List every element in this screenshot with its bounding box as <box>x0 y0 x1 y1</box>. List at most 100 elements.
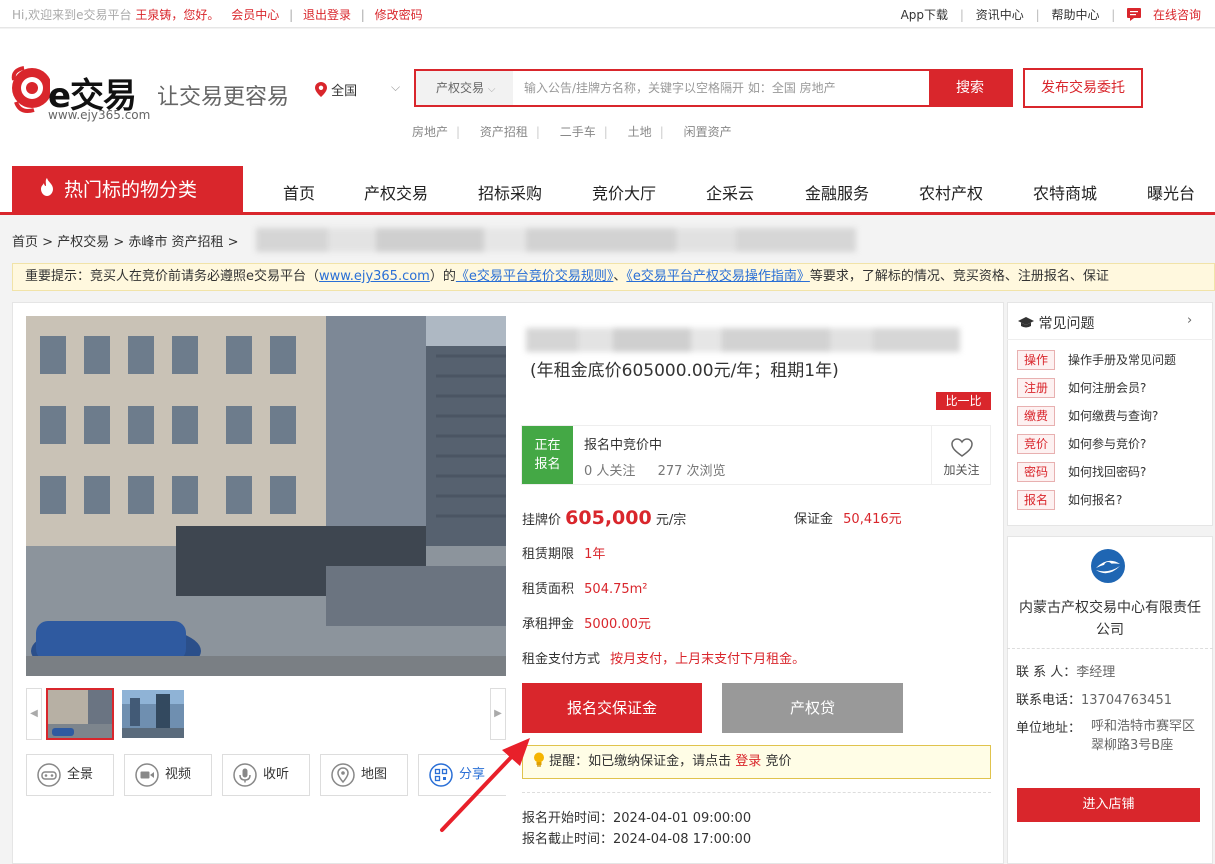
breadcrumb: 首页 > 产权交易 > 赤峰市 资产招租 > <box>12 235 239 250</box>
deposit-row: 保证金 50,416元 <box>794 508 902 527</box>
search-button[interactable]: 搜索 <box>929 71 1011 105</box>
listen-button[interactable]: 收听 <box>222 754 310 796</box>
breadcrumb-home[interactable]: 首页 <box>12 235 38 250</box>
notice-rules-link[interactable]: 《e交易平台竞价交易规则》 <box>456 269 614 284</box>
search-bar: 产权交易 ⌵ 输入公告/挂牌方名称，关键字以空格隔开 如：全国 房地产 搜索 <box>414 69 1013 107</box>
compare-button[interactable]: 比一比 <box>936 392 991 410</box>
thumbnail-1[interactable] <box>46 688 114 740</box>
faq-text: 如何找回密码? <box>1068 465 1147 479</box>
price-unit: 元/宗 <box>655 513 687 528</box>
quick-links: 房地产 | 资产招租 | 二手车 | 土地 | 闲置资产 <box>412 125 732 139</box>
nav-bidding-procurement[interactable]: 招标采购 <box>478 180 542 204</box>
faq-tag: 操作 <box>1017 350 1055 370</box>
nav-enterprise-procurement[interactable]: 企采云 <box>706 180 754 204</box>
video-button[interactable]: 视频 <box>124 754 212 796</box>
app-download-link[interactable]: App下载 <box>901 8 948 22</box>
signup-start-row: 报名开始时间：2024-04-01 09:00:00 <box>522 807 751 826</box>
building-photo-image <box>26 316 506 676</box>
search-input[interactable]: 输入公告/挂牌方名称，关键字以空格隔开 如：全国 房地产 <box>524 71 836 105</box>
follow-label: 加关注 <box>943 463 980 477</box>
faq-item[interactable]: 报名 如何报名? <box>1017 490 1122 510</box>
faq-item[interactable]: 缴费 如何缴费与查询? <box>1017 406 1158 426</box>
nav-auction-hall[interactable]: 竞价大厅 <box>592 180 656 204</box>
important-notice: 重要提示：竞买人在竞价前请务必遵照e交易平台（www.ejy365.com）的《… <box>12 263 1215 291</box>
faq-tag: 竞价 <box>1017 434 1055 454</box>
chat-icon <box>1127 8 1142 21</box>
nav-property-trading[interactable]: 产权交易 <box>364 180 428 204</box>
publish-commission-button[interactable]: 发布交易委托 <box>1023 68 1143 108</box>
reminder-login-link[interactable]: 登录 <box>735 754 761 769</box>
organization-logo-icon <box>1091 549 1125 583</box>
nav-home[interactable]: 首页 <box>283 180 315 204</box>
change-password-link[interactable]: 修改密码 <box>375 8 423 22</box>
faq-tag: 报名 <box>1017 490 1055 510</box>
breadcrumb-chifeng-lease[interactable]: 赤峰市 资产招租 <box>128 235 223 250</box>
hot-category-menu[interactable]: 热门标的物分类 <box>12 166 243 215</box>
faq-header[interactable]: 常见问题 <box>1018 313 1094 333</box>
term-value: 1年 <box>584 547 606 562</box>
location-label: 全国 <box>331 84 358 99</box>
thumbnail-2[interactable] <box>122 690 184 738</box>
listing-photo[interactable] <box>26 316 506 676</box>
property-loan-button[interactable]: 产权贷 <box>722 683 903 733</box>
quick-link-land[interactable]: 土地 <box>628 125 652 139</box>
notice-suffix: 等要求，了解标的情况、竞买资格、注册报名、保证 <box>809 269 1109 284</box>
chevron-right-icon[interactable]: › <box>1187 313 1192 328</box>
annotation-arrow-icon <box>440 738 530 832</box>
thumbnail-prev-button[interactable]: ◀ <box>26 688 42 740</box>
notice-site-link[interactable]: www.ejy365.com <box>319 269 430 284</box>
payment-row: 租金支付方式 按月支付，上月末支付下月租金。 <box>522 648 805 667</box>
faq-item[interactable]: 竞价 如何参与竞价? <box>1017 434 1146 454</box>
faq-tag: 缴费 <box>1017 406 1055 426</box>
faq-text: 如何参与竞价? <box>1068 437 1147 451</box>
follow-button[interactable]: 加关注 <box>931 426 991 484</box>
fire-icon <box>41 178 53 196</box>
map-label: 地图 <box>361 767 388 782</box>
notice-prefix: 重要提示：竞买人在竞价前请务必遵照e交易平台（ <box>25 269 319 284</box>
nav-exposure[interactable]: 曝光台 <box>1147 180 1195 204</box>
nav-rural-property[interactable]: 农村产权 <box>919 180 983 204</box>
news-center-link[interactable]: 资讯中心 <box>976 8 1024 22</box>
quick-link-real-estate[interactable]: 房地产 <box>412 125 448 139</box>
faq-item[interactable]: 密码 如何找回密码? <box>1017 462 1146 482</box>
logout-link[interactable]: 退出登录 <box>303 8 351 22</box>
notice-guide-link[interactable]: 《e交易平台产权交易操作指南》 <box>626 269 810 284</box>
panorama-label: 全景 <box>67 767 94 782</box>
signup-start-time: 2024-04-01 09:00:00 <box>613 811 752 826</box>
microphone-icon <box>233 762 257 787</box>
location-selector[interactable]: 全国 <box>315 80 357 99</box>
price-value: 605,000 <box>565 507 652 529</box>
video-camera-icon <box>135 762 159 787</box>
redacted-title <box>256 228 856 252</box>
faq-item[interactable]: 注册 如何注册会员? <box>1017 378 1146 398</box>
price-label: 挂牌价 <box>522 513 562 528</box>
view-label: 次浏览 <box>686 464 726 479</box>
map-button[interactable]: 地图 <box>320 754 408 796</box>
chevron-down-icon: ⌵ <box>487 84 496 95</box>
area-value: 504.75m² <box>584 582 648 597</box>
quick-link-used-car[interactable]: 二手车 <box>560 125 596 139</box>
thumbnail-image <box>122 690 184 738</box>
signup-deposit-button[interactable]: 报名交保证金 <box>522 683 702 733</box>
quick-link-idle-assets[interactable]: 闲置资产 <box>684 125 732 139</box>
nav-specialty-mall[interactable]: 农特商城 <box>1033 180 1097 204</box>
search-category-select[interactable]: 产权交易 ⌵ <box>416 71 513 105</box>
enter-shop-button[interactable]: 进入店铺 <box>1017 788 1200 822</box>
breadcrumb-property-trading[interactable]: 产权交易 <box>57 235 109 250</box>
deposit-reminder: 提醒：如已缴纳保证金，请点击 登录 竞价 <box>522 745 991 779</box>
member-center-link[interactable]: 会员中心 <box>231 8 279 22</box>
faq-item[interactable]: 操作 操作手册及常见问题 <box>1017 350 1176 370</box>
chevron-down-icon[interactable]: ⌵ <box>391 80 400 95</box>
help-center-link[interactable]: 帮助中心 <box>1051 8 1099 22</box>
nav-financial-services[interactable]: 金融服务 <box>805 180 869 204</box>
follower-label: 人关注 <box>596 464 636 479</box>
online-consult-link[interactable]: 在线咨询 <box>1127 8 1201 22</box>
panorama-button[interactable]: 全景 <box>26 754 114 796</box>
organization-name[interactable]: 内蒙古产权交易中心有限责任公司 <box>1014 597 1206 641</box>
logo-mark-icon <box>11 66 50 113</box>
hot-category-label: 热门标的物分类 <box>64 179 198 201</box>
graduation-cap-icon <box>1018 317 1034 328</box>
faq-tag: 密码 <box>1017 462 1055 482</box>
contact-person-label: 联 系 人： <box>1016 665 1077 680</box>
quick-link-asset-lease[interactable]: 资产招租 <box>480 125 528 139</box>
